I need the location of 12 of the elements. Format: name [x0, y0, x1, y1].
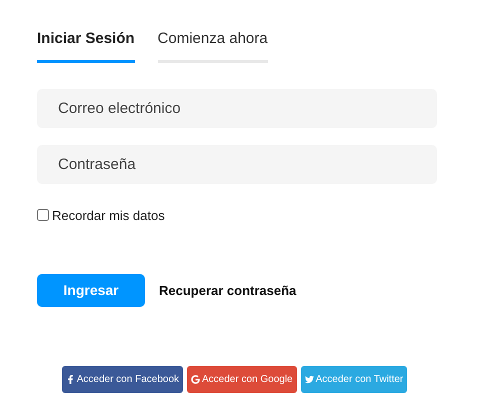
input-field[interactable]: Correo electrónico — [37, 88, 437, 128]
social-login-button[interactable]: Acceder con Facebook — [62, 366, 183, 393]
tab[interactable]: Comienza ahora — [158, 28, 268, 62]
social-login-button[interactable]: Acceder con Google — [187, 366, 297, 393]
bird-icon — [304, 375, 314, 384]
google-icon — [191, 375, 200, 384]
tab[interactable]: Iniciar Sesión — [37, 28, 135, 62]
input-field[interactable]: Contraseña — [37, 144, 437, 184]
facebook-icon — [66, 375, 75, 384]
recover-password-link[interactable]: Recuperar contraseña — [159, 280, 296, 300]
remember-checkbox[interactable] — [37, 209, 49, 222]
remember-label: Recordar mis datos — [52, 206, 165, 224]
